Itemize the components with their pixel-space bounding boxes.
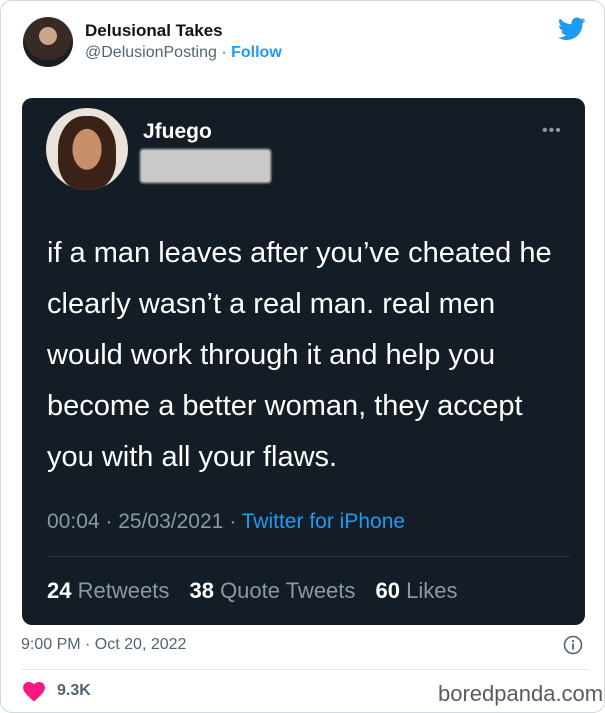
handle-separator: · <box>221 44 227 61</box>
redacted-handle <box>140 149 271 183</box>
embedded-source: Twitter for iPhone <box>241 510 406 533</box>
like-count[interactable]: 9.3K <box>57 682 91 700</box>
embedded-tweet-text: if a man leaves after you’ve cheated he … <box>47 237 552 473</box>
embedded-date: 25/03/2021 <box>118 510 224 533</box>
author-handle[interactable]: @DelusionPosting <box>85 44 217 61</box>
embedded-author-avatar <box>46 108 128 190</box>
embedded-time: 00:04 <box>47 510 100 533</box>
embedded-author-name: Jfuego <box>143 120 212 143</box>
meta-separator: · <box>229 510 242 533</box>
heart-icon[interactable] <box>23 682 45 702</box>
watermark: boredpanda.com <box>438 681 604 706</box>
author-avatar[interactable] <box>23 17 73 67</box>
embedded-stats: 24 Retweets 38 Quote Tweets 60 Likes <box>47 578 472 604</box>
retweets-label: Retweets <box>77 578 170 603</box>
author-name[interactable]: Delusional Takes <box>85 21 223 41</box>
retweets-count: 24 <box>47 578 72 603</box>
more-options-icon: ••• <box>542 122 562 139</box>
footer-divider <box>21 669 588 670</box>
likes-count: 60 <box>375 578 401 603</box>
retweets-stat: 24 Retweets <box>47 578 175 603</box>
embedded-tweet-meta: 00:04 · 25/03/2021 · Twitter for iPhone <box>47 510 405 534</box>
likes-stat: 60 Likes <box>376 578 458 603</box>
tweet-card: Delusional Takes @DelusionPosting · Foll… <box>0 0 605 713</box>
follow-button[interactable]: Follow <box>231 44 282 61</box>
quotes-count: 38 <box>189 578 214 603</box>
author-handle-row: @DelusionPosting · Follow <box>85 44 282 62</box>
likes-label: Likes <box>406 578 458 603</box>
quotes-label: Quote Tweets <box>220 578 356 603</box>
meta-separator: · <box>105 510 119 533</box>
twitter-bird-icon[interactable] <box>558 17 586 41</box>
embedded-divider <box>47 556 570 557</box>
info-icon[interactable] <box>563 635 583 655</box>
tweet-timestamp[interactable]: 9:00 PM · Oct 20, 2022 <box>21 636 186 654</box>
quotes-stat: 38 Quote Tweets <box>189 578 361 603</box>
embedded-tweet-screenshot: Jfuego ••• if a man leaves after you’ve … <box>22 98 585 625</box>
